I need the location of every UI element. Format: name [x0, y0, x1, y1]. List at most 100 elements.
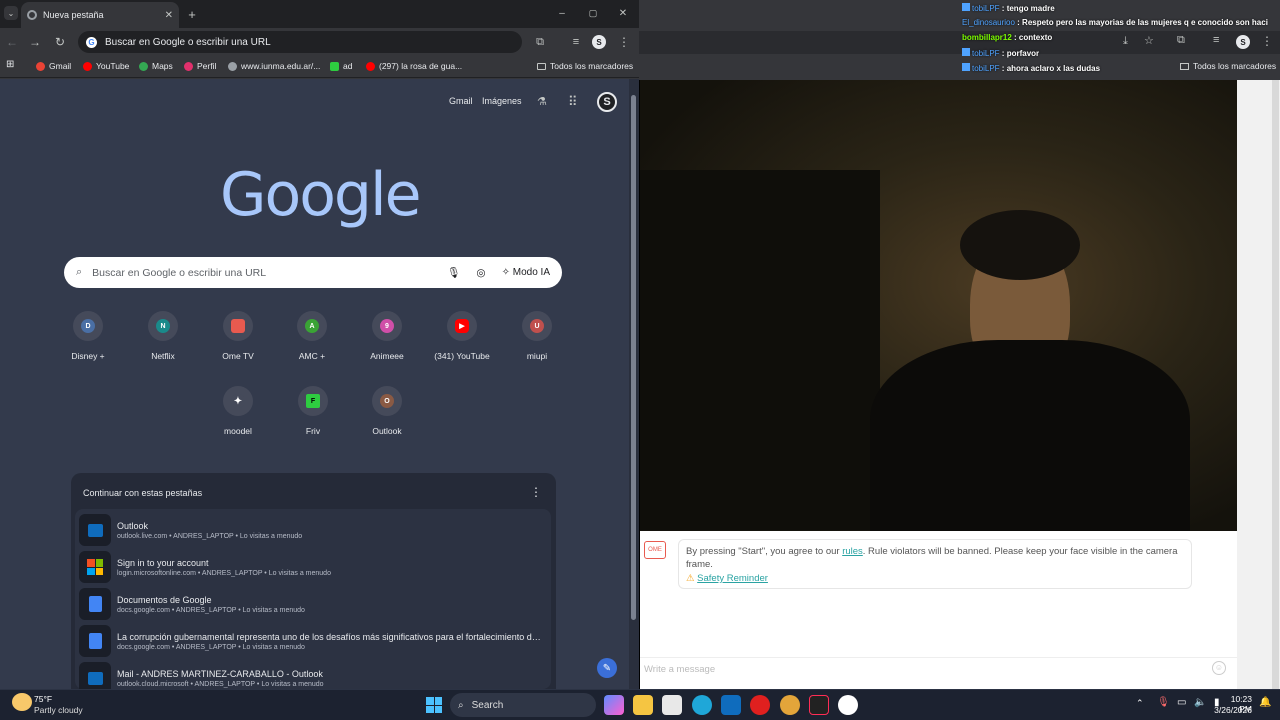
- shortcut-moodel[interactable]: ✦ moodel: [201, 386, 275, 436]
- chat-badge-icon: [962, 3, 970, 11]
- all-bookmarks[interactable]: Todos los marcadores: [537, 61, 633, 71]
- weather-temp[interactable]: 75°F: [34, 694, 52, 704]
- profile-avatar-large[interactable]: S: [597, 92, 617, 112]
- shortcut-icon: N: [148, 311, 178, 341]
- clock-date[interactable]: 3/26/2026: [1212, 705, 1252, 715]
- rules-link[interactable]: rules: [842, 546, 863, 557]
- forward-icon[interactable]: →: [27, 34, 43, 50]
- media-icon[interactable]: ≡: [568, 34, 584, 50]
- notifications-icon[interactable]: 🔔: [1259, 697, 1271, 708]
- chat-line: bombillapr12 : contexto: [962, 33, 1053, 42]
- shortcut-amc[interactable]: A AMC +: [275, 311, 349, 361]
- apps-grid-icon[interactable]: ⊞: [6, 59, 14, 70]
- close-window-icon[interactable]: ✕: [616, 6, 630, 20]
- shortcut-ometv[interactable]: Ome TV: [201, 311, 275, 361]
- customize-pencil-icon[interactable]: ✎: [597, 658, 617, 678]
- message-input[interactable]: Write a message: [640, 657, 1237, 681]
- scrollbar-thumb[interactable]: [631, 95, 636, 620]
- shortcut-miupi[interactable]: Umiupi: [500, 311, 574, 361]
- windows-start-icon[interactable]: [426, 697, 442, 713]
- media-icon[interactable]: ≡: [1213, 34, 1219, 46]
- bookmark-iunma[interactable]: www.iunma.edu.ar/...: [228, 61, 320, 71]
- extensions-icon[interactable]: ⧉: [1177, 34, 1185, 47]
- gmail-icon: [36, 61, 45, 71]
- minimize-icon[interactable]: –: [555, 6, 569, 20]
- ai-mode-button[interactable]: ✧ Modo IA: [502, 267, 550, 278]
- youtube-icon: [83, 61, 92, 71]
- menu-dots-icon[interactable]: ⋮: [617, 34, 631, 50]
- weather-desc[interactable]: Partly cloudy: [34, 705, 83, 715]
- tab-strip: ⌄ Nueva pestaña ✕ + – ▢ ✕: [0, 0, 639, 28]
- bookmark-maps[interactable]: Maps: [139, 61, 173, 71]
- chat-line: El_dinosaurioo : Respeto pero las mayori…: [962, 18, 1268, 27]
- network-icon[interactable]: ▭: [1177, 697, 1186, 708]
- safety-reminder-link[interactable]: Safety Reminder: [697, 573, 768, 584]
- taskbar-search[interactable]: ⌕ Search: [450, 693, 596, 717]
- shortcut-outlook[interactable]: O Outlook: [350, 386, 424, 436]
- edge-icon[interactable]: [692, 695, 712, 715]
- bookmark-perfil[interactable]: Perfil: [184, 61, 216, 71]
- file-explorer-icon[interactable]: [633, 695, 653, 715]
- continue-item[interactable]: La corrupción gubernamental representa u…: [79, 623, 547, 659]
- bookmark-youtube[interactable]: YouTube: [83, 61, 129, 71]
- continue-item[interactable]: Mail - ANDRES MARTINEZ-CARABALLO - Outlo…: [79, 660, 547, 689]
- shortcut-icon: D: [73, 311, 103, 341]
- friv-icon: F: [298, 386, 328, 416]
- continue-item[interactable]: Outlook outlook.live.com • ANDRES_LAPTOP …: [79, 512, 547, 548]
- lens-icon[interactable]: ◎: [476, 267, 485, 279]
- images-link[interactable]: Imágenes: [482, 96, 522, 106]
- profile-avatar[interactable]: S: [1236, 35, 1250, 49]
- new-tab-plus-icon[interactable]: +: [184, 6, 200, 22]
- obs-icon[interactable]: [838, 695, 858, 715]
- emoji-icon[interactable]: ☺: [1212, 661, 1226, 675]
- apps-grid-icon[interactable]: ⠿: [568, 94, 578, 110]
- extensions-icon[interactable]: ⧉: [532, 34, 548, 50]
- maximize-icon[interactable]: ▢: [586, 6, 600, 20]
- tab-close-icon[interactable]: ✕: [165, 10, 173, 21]
- video-shadow: [640, 170, 880, 530]
- tray-chevron-icon[interactable]: ⌃: [1136, 698, 1144, 709]
- shortcut-animeee[interactable]: 9 Animeee: [350, 311, 424, 361]
- continue-item[interactable]: Sign in to your account login.microsofton…: [79, 549, 547, 585]
- sparkle-icon: ✧: [501, 267, 513, 278]
- card-menu-icon[interactable]: ⋮: [530, 485, 542, 499]
- microphone-icon[interactable]: 🎙: [1157, 697, 1170, 708]
- microphone-icon[interactable]: 🎙: [447, 266, 460, 279]
- copilot-icon[interactable]: [604, 695, 624, 715]
- ometv-logo-icon: OME: [644, 541, 666, 559]
- labs-flask-icon[interactable]: ⚗: [537, 95, 547, 108]
- shortcut-netflix[interactable]: N Netflix: [126, 311, 200, 361]
- continue-title: Continuar con estas pestañas: [83, 488, 203, 498]
- profile-avatar[interactable]: S: [592, 35, 606, 49]
- shortcut-disney[interactable]: D Disney +: [51, 311, 125, 361]
- chrome-icon[interactable]: [780, 695, 800, 715]
- continue-item[interactable]: Documentos de Google docs.google.com • AN…: [79, 586, 547, 622]
- outlook-icon[interactable]: [721, 695, 741, 715]
- volume-icon[interactable]: 🔈: [1194, 697, 1206, 708]
- right-scroll-area: [1237, 80, 1280, 689]
- bookmark-rosa[interactable]: (297) la rosa de gua...: [366, 61, 462, 71]
- bookmark-ad[interactable]: ad: [330, 61, 352, 71]
- shortcut-youtube[interactable]: ▶ (341) YouTube: [425, 311, 499, 361]
- scrollbar-track[interactable]: [1272, 80, 1279, 689]
- bookmark-gmail[interactable]: Gmail: [36, 61, 71, 71]
- back-icon[interactable]: ←: [4, 34, 20, 50]
- youtube-icon: ▶: [447, 311, 477, 341]
- star-icon[interactable]: ☆: [1144, 34, 1154, 47]
- right-browser-toolbar: ⤓ ☆ ⧉ ≡ S ⋮ Todos los marcadores: [639, 0, 1280, 80]
- tiktok-icon[interactable]: [809, 695, 829, 715]
- store-icon[interactable]: [662, 695, 682, 715]
- right-all-bookmarks[interactable]: Todos los marcadores: [1180, 61, 1276, 71]
- reload-icon[interactable]: ↻: [52, 34, 68, 50]
- omnibox[interactable]: G Buscar en Google o escribir una URL: [78, 31, 522, 53]
- opera-icon[interactable]: [750, 695, 770, 715]
- install-icon[interactable]: ⤓: [1123, 35, 1128, 48]
- google-search-box[interactable]: ⌕ Buscar en Google o escribir una URL 🎙 …: [64, 257, 562, 288]
- weather-icon[interactable]: [12, 693, 32, 711]
- shortcut-friv[interactable]: F Friv: [276, 386, 350, 436]
- gmail-link[interactable]: Gmail: [449, 96, 473, 106]
- outlook-icon: [79, 514, 111, 546]
- tab-new-tab[interactable]: Nueva pestaña ✕: [21, 2, 179, 28]
- tab-search-chevron-icon[interactable]: ⌄: [4, 6, 18, 20]
- menu-dots-icon[interactable]: ⋮: [1261, 34, 1273, 48]
